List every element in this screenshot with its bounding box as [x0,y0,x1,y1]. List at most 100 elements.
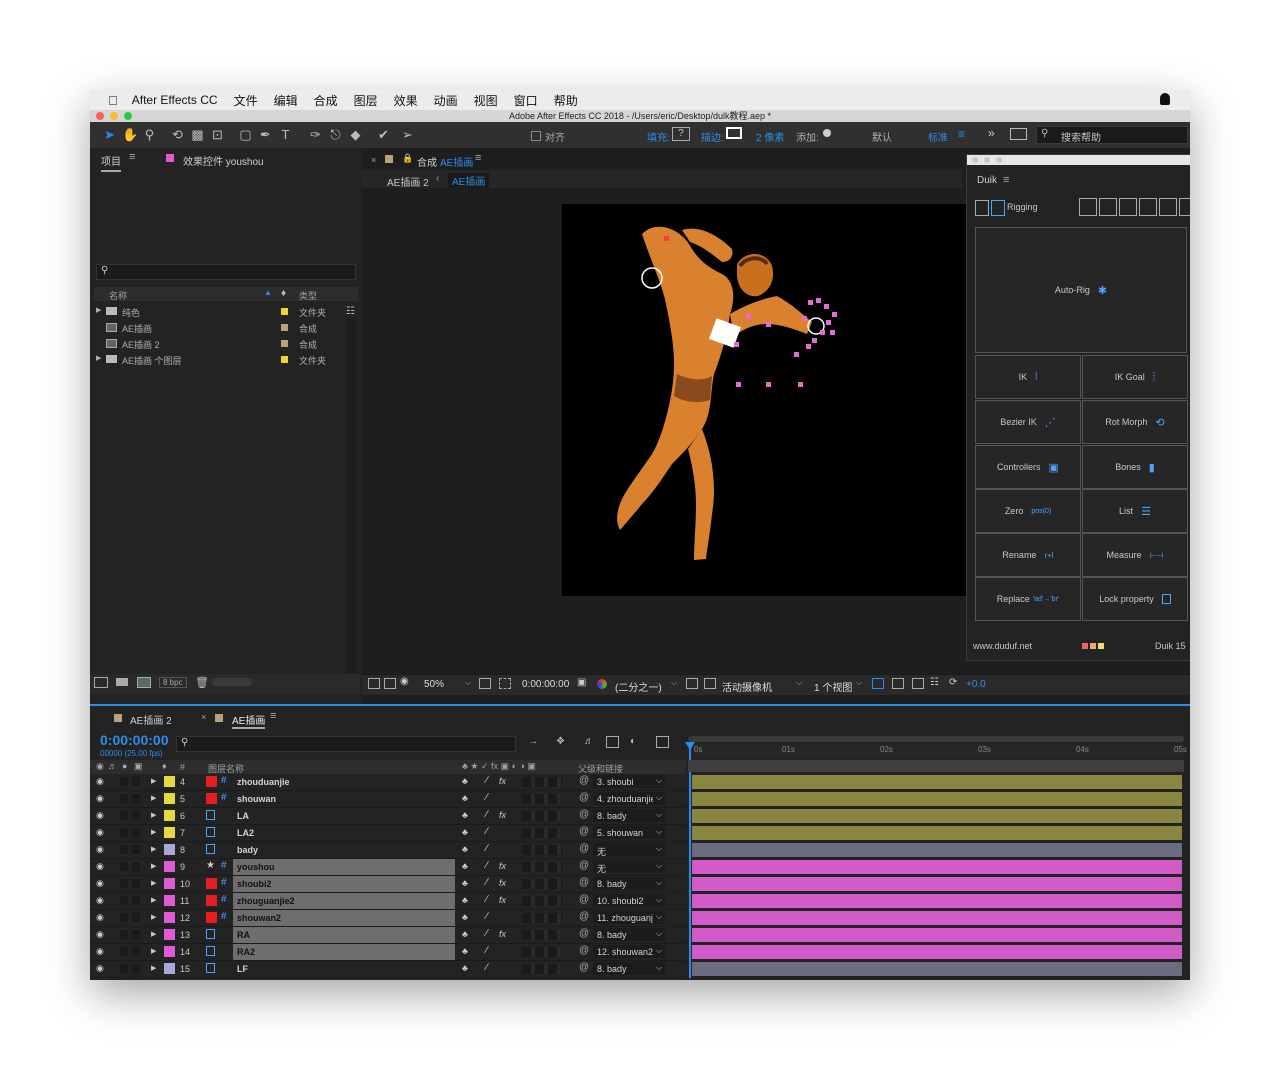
quality-switch-icon[interactable]: ∕ [486,894,488,905]
layer-duration-bar[interactable] [692,877,1182,891]
label-tag-icon[interactable]: ♦ [162,761,167,771]
quality-switch-icon[interactable]: ∕ [486,826,488,837]
breadcrumb-parent[interactable]: AE插画 2 [387,174,429,189]
solo-toggle[interactable] [120,811,128,820]
new-folder-icon[interactable] [116,678,128,686]
automation-tool-icon[interactable] [1099,198,1117,216]
align-checkbox[interactable] [531,131,541,141]
quality-switch-icon[interactable]: ∕ [486,792,488,803]
expand-arrow-icon[interactable]: ▶ [151,947,156,955]
switch-cells[interactable] [522,913,562,923]
minimize-window-button[interactable] [984,157,990,163]
shy-switch-icon[interactable]: ♣ [462,912,468,922]
fx-switch-icon[interactable]: fx [499,895,506,905]
tab-project[interactable]: 项目 [101,153,121,172]
text-tool-icon[interactable]: T [278,127,293,142]
pickwhip-icon[interactable]: @ [579,809,589,820]
rectangle-tool-icon[interactable]: ▢ [238,127,253,142]
toggle-pixel-aspect-icon[interactable] [872,678,884,689]
fill-swatch[interactable]: ? [672,127,690,141]
shy-switch-icon[interactable]: ♣ [462,929,468,939]
label-color-swatch[interactable] [164,929,175,940]
settings-icon[interactable] [1179,198,1190,216]
eye-icon[interactable]: ◉ [96,929,104,940]
rot-morph-button[interactable]: Rot Morph ⟲ [1082,400,1188,444]
help-search-input[interactable]: ⚲ 搜索帮助 [1036,126,1188,144]
always-preview-icon[interactable] [368,678,380,689]
current-time[interactable]: 0:00:00:00 [522,679,569,690]
panel-menu-icon[interactable]: ≡ [270,710,276,722]
reset-exposure-icon[interactable]: ⟳ [949,677,957,688]
layer-name-cell[interactable] [233,944,455,960]
resolution-dropdown[interactable]: (二分之一) [615,679,662,694]
animation-curve-icon[interactable] [1119,198,1137,216]
composition-tab-name[interactable]: AE插画 [440,154,473,169]
layer-duration-bar[interactable] [692,911,1182,925]
switch-cells[interactable] [522,896,562,906]
layer-row[interactable]: ◉▶14#RA2♣∕@12. shouwan2⌵ [90,944,686,961]
layer-name-cell[interactable] [233,842,455,858]
playhead-handle[interactable] [685,742,695,750]
eye-icon[interactable]: ◉ [96,878,104,889]
menu-effect[interactable]: 效果 [394,92,418,109]
lock-toggle[interactable] [132,828,140,837]
eye-icon[interactable]: ◉ [96,861,104,872]
shy-switch-icon[interactable]: ♣ [462,946,468,956]
layer-name[interactable]: zhouduanjie [237,777,290,787]
layer-name-cell[interactable] [233,808,455,824]
layer-row[interactable]: ◉▶7#LA2♣∕@5. shouwan⌵ [90,825,686,842]
solo-toggle[interactable] [120,879,128,888]
tab-comp-2[interactable]: AE插画 2 [130,712,172,727]
zoom-window-button[interactable] [996,157,1002,163]
layer-name[interactable]: LF [237,964,248,974]
layer-name-cell[interactable] [233,927,455,943]
menu-app[interactable]: After Effects CC [132,93,218,107]
fx-switch-icon[interactable]: fx [499,861,506,871]
lock-toggle[interactable] [132,794,140,803]
eye-icon[interactable]: ◉ [96,912,104,923]
layer-name[interactable]: RA [237,930,250,940]
exposure-value[interactable]: +0.0 [966,679,986,690]
menu-composition[interactable]: 合成 [314,92,338,109]
expand-arrow-icon[interactable]: ▶ [151,896,156,904]
lock-toggle[interactable] [132,913,140,922]
safe-margins-icon[interactable] [479,678,491,689]
layer-row[interactable]: ◉ ▶ 4 # zhouduanjie ♣ ∕ fx @3. shoubi ⌵ [90,774,686,791]
close-window-button[interactable] [972,157,978,163]
timeline-link-icon[interactable] [912,678,924,689]
layer-duration-bar[interactable] [692,775,1182,789]
ik-button[interactable]: IK ⦚ [975,355,1081,399]
label-color-swatch[interactable] [164,861,175,872]
switch-cells[interactable] [522,964,562,974]
camera-dropdown[interactable]: 活动摄像机 [722,679,772,694]
expand-arrow-icon[interactable]: ▶ [151,862,156,870]
label-color-swatch[interactable] [164,776,175,787]
breadcrumb-current[interactable]: AE插画 [448,173,490,188]
menu-file[interactable]: 文件 [234,92,258,109]
stroke-swatch[interactable] [726,127,742,139]
stroke-label[interactable]: 描边: [701,129,724,144]
quality-switch-icon[interactable]: ∕ [486,928,488,939]
eye-icon[interactable]: ◉ [96,776,104,787]
lock-toggle[interactable] [132,896,140,905]
eye-icon[interactable]: ◉ [96,946,104,957]
workspace-default[interactable]: 默认 [872,129,892,144]
zero-button[interactable]: Zero pos(0) [975,489,1081,533]
lock-toggle[interactable] [132,777,140,786]
rename-button[interactable]: Rename r+l [975,533,1081,577]
wrench-icon[interactable] [1159,198,1177,216]
add-icon[interactable] [823,129,831,137]
tab-effect-controls[interactable]: 效果控件 youshou [183,153,264,168]
fx-switch-icon[interactable]: fx [499,776,506,786]
switch-cells[interactable] [522,777,562,787]
lock-toggle[interactable] [132,947,140,956]
shy-switch-icon[interactable]: ♣ [462,810,468,820]
eye-icon[interactable]: ◉ [96,844,104,855]
selection-tool-icon[interactable]: ➤ [102,127,117,142]
quality-switch-icon[interactable]: ∕ [486,809,488,820]
pickwhip-icon[interactable]: @ [579,775,589,786]
layer-name[interactable]: bady [237,845,258,855]
workspace-standard[interactable]: 标准 [928,129,948,144]
bezier-ik-button[interactable]: Bezier IK ⋰ [975,400,1081,444]
switch-cells[interactable] [522,828,562,838]
